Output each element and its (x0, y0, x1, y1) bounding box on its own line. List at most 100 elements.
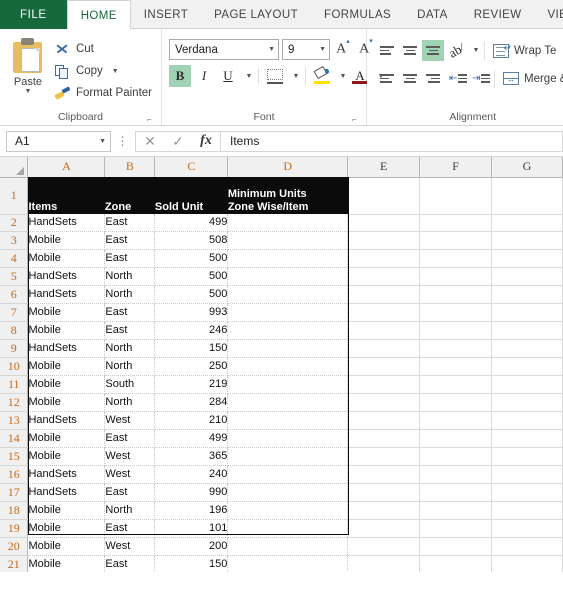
cell-g20[interactable] (491, 537, 563, 556)
cell-c10[interactable]: 250 (154, 357, 229, 376)
cell-a4[interactable]: Mobile (27, 249, 106, 268)
cell-c4[interactable]: 500 (154, 249, 229, 268)
copy-dropdown-caret-icon[interactable]: ▼ (108, 68, 119, 75)
decrease-indent-button[interactable]: ⇤ (445, 68, 468, 89)
tab-page-layout[interactable]: PAGE LAYOUT (201, 0, 311, 29)
cell-f4[interactable] (419, 249, 493, 268)
cell-e8[interactable] (347, 321, 421, 340)
cell-f19[interactable] (419, 519, 493, 538)
cell-g8[interactable] (491, 321, 563, 340)
increase-font-size-button[interactable]: A▴ (333, 37, 353, 58)
font-size-combo[interactable]: 9 ▼ (282, 39, 330, 60)
row-header-20[interactable]: 20 (0, 537, 29, 556)
tab-data[interactable]: DATA (404, 0, 461, 29)
cell-a18[interactable]: Mobile (27, 501, 106, 520)
enter-formula-button[interactable]: ✓ (164, 131, 192, 151)
cell-g18[interactable] (491, 501, 563, 520)
cell-e9[interactable] (347, 339, 421, 358)
cell-a9[interactable]: HandSets (27, 339, 106, 358)
row-header-14[interactable]: 14 (0, 429, 29, 448)
paste-button[interactable]: Paste ▼ (5, 35, 51, 95)
font-dialog-launcher-icon[interactable]: ⌐ (352, 115, 361, 124)
column-header-a[interactable]: A (27, 157, 106, 178)
cell-b17[interactable]: East (104, 483, 156, 502)
cell-a8[interactable]: Mobile (27, 321, 106, 340)
row-header-7[interactable]: 7 (0, 303, 29, 322)
row-header-8[interactable]: 8 (0, 321, 29, 340)
cell-f21[interactable] (419, 555, 493, 572)
cell-b18[interactable]: North (104, 501, 156, 520)
cell-a11[interactable]: Mobile (27, 375, 106, 394)
cell-g16[interactable] (491, 465, 563, 484)
cell-g15[interactable] (491, 447, 563, 466)
cell-a19[interactable]: Mobile (27, 519, 106, 538)
cell-c1[interactable]: Sold Unit (154, 177, 228, 214)
cell-d10[interactable] (227, 357, 349, 376)
cell-e10[interactable] (347, 357, 421, 376)
tab-file[interactable]: FILE (0, 0, 67, 29)
row-header-21[interactable]: 21 (0, 555, 29, 572)
cell-c17[interactable]: 990 (154, 483, 229, 502)
row-header-6[interactable]: 6 (0, 285, 29, 304)
cell-c19[interactable]: 101 (154, 519, 229, 538)
underline-dropdown-caret-icon[interactable]: ▼ (241, 65, 253, 87)
font-name-combo[interactable]: Verdana ▼ (169, 39, 279, 60)
cell-c7[interactable]: 993 (154, 303, 229, 322)
row-header-19[interactable]: 19 (0, 519, 29, 538)
cell-c20[interactable]: 200 (154, 537, 229, 556)
clipboard-dialog-launcher-icon[interactable]: ⌐ (147, 115, 156, 124)
cell-c15[interactable]: 365 (154, 447, 229, 466)
align-center-button[interactable] (399, 68, 421, 89)
cell-b12[interactable]: North (104, 393, 156, 412)
cell-a21[interactable]: Mobile (27, 555, 106, 572)
cell-b7[interactable]: East (104, 303, 156, 322)
cell-a7[interactable]: Mobile (27, 303, 106, 322)
cell-a1[interactable]: Items (27, 177, 105, 214)
cell-b5[interactable]: North (104, 267, 156, 286)
align-top-button[interactable] (376, 40, 398, 61)
cell-b8[interactable]: East (104, 321, 156, 340)
row-header-13[interactable]: 13 (0, 411, 29, 430)
orientation-dropdown-caret-icon[interactable]: ▼ (468, 40, 480, 61)
cell-d17[interactable] (227, 483, 349, 502)
cell-f10[interactable] (419, 357, 493, 376)
cell-f3[interactable] (419, 231, 493, 250)
select-all-corner[interactable] (0, 157, 29, 178)
cell-e14[interactable] (347, 429, 421, 448)
borders-button[interactable] (264, 65, 286, 87)
column-header-f[interactable]: F (419, 157, 493, 178)
cell-d8[interactable] (227, 321, 349, 340)
column-header-e[interactable]: E (347, 157, 421, 178)
cell-f12[interactable] (419, 393, 493, 412)
cell-d18[interactable] (227, 501, 349, 520)
cell-b6[interactable]: North (104, 285, 156, 304)
cell-g9[interactable] (491, 339, 563, 358)
paste-dropdown-caret-icon[interactable]: ▼ (25, 88, 32, 95)
align-right-button[interactable] (422, 68, 444, 89)
cell-f14[interactable] (419, 429, 493, 448)
insert-function-button[interactable]: fx (192, 131, 220, 151)
copy-button[interactable]: Copy ▼ (51, 60, 156, 82)
cell-g12[interactable] (491, 393, 563, 412)
cell-e18[interactable] (347, 501, 421, 520)
bold-button[interactable]: B (169, 65, 191, 87)
cell-d2[interactable] (227, 214, 349, 232)
cell-f15[interactable] (419, 447, 493, 466)
cell-g1[interactable] (491, 177, 563, 215)
cell-e7[interactable] (347, 303, 421, 322)
format-painter-button[interactable]: Format Painter (51, 82, 156, 104)
cell-a16[interactable]: HandSets (27, 465, 106, 484)
cell-d19[interactable] (227, 519, 349, 538)
formula-input[interactable]: Items (220, 130, 563, 152)
row-header-15[interactable]: 15 (0, 447, 29, 466)
cell-d21[interactable] (227, 555, 349, 572)
fill-color-dropdown-caret-icon[interactable]: ▼ (335, 65, 347, 87)
column-header-c[interactable]: C (154, 157, 229, 178)
cell-d6[interactable] (227, 285, 349, 304)
cell-c13[interactable]: 210 (154, 411, 229, 430)
cell-c12[interactable]: 284 (154, 393, 229, 412)
cell-a13[interactable]: HandSets (27, 411, 106, 430)
cell-a15[interactable]: Mobile (27, 447, 106, 466)
cell-b9[interactable]: North (104, 339, 156, 358)
italic-button[interactable]: I (193, 65, 215, 87)
